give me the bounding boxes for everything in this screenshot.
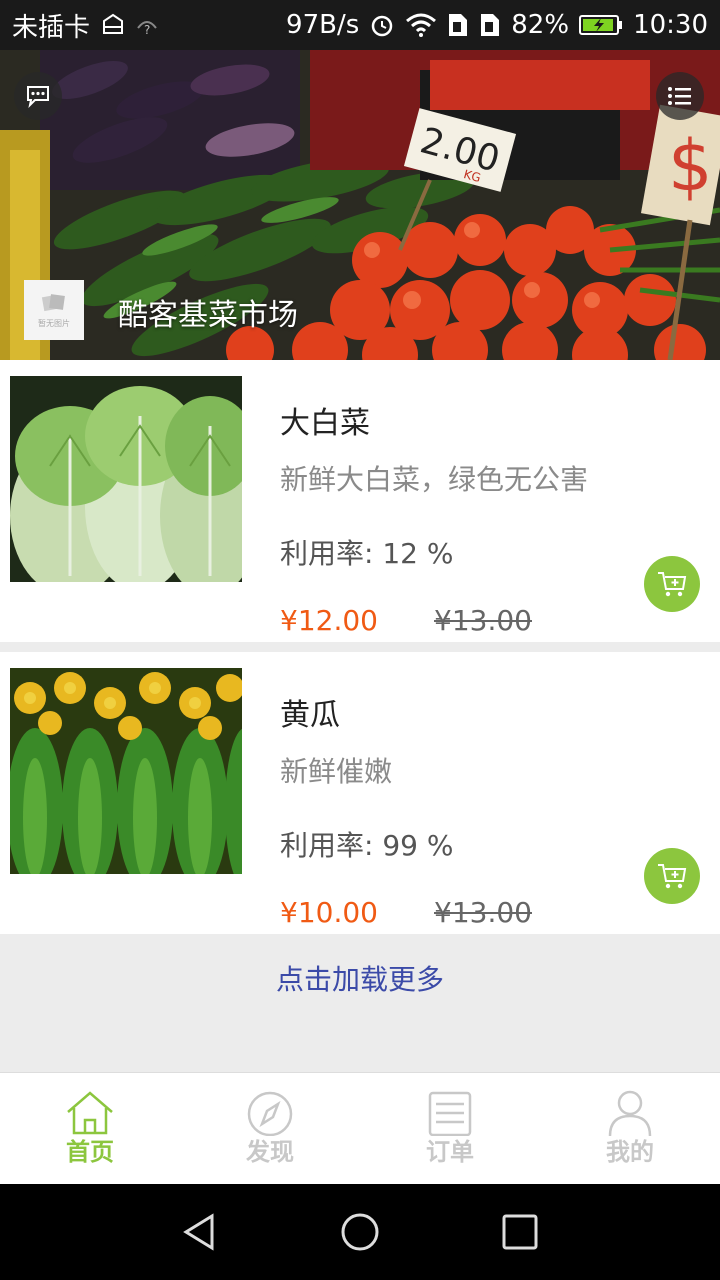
system-nav-bar (0, 1184, 720, 1280)
battery-percent: 82% (511, 10, 570, 40)
status-right: 97B/s 82% 10:30 (286, 10, 708, 40)
signal-question-icon: ? (136, 14, 158, 36)
net-speed-text: 97B/s (286, 10, 360, 40)
menu-button[interactable] (656, 72, 704, 120)
tab-home[interactable]: 首页 (0, 1073, 180, 1184)
user-icon (608, 1090, 652, 1136)
product-card[interactable]: 大白菜 新鲜大白菜，绿色无公害 利用率: 12 % ¥12.00 ¥13.00 (0, 360, 720, 642)
alarm-icon (369, 12, 395, 38)
product-description: 新鲜催嫩 (280, 755, 393, 788)
order-list-icon (428, 1091, 472, 1136)
app-screen: 未插卡 ? 97B/s 82% 10:30 $ 2.00 KG 暂无图片 酷客基… (0, 0, 720, 1280)
list-menu-icon (668, 87, 691, 105)
svg-text:?: ? (144, 23, 150, 36)
home-circle-icon[interactable] (340, 1212, 380, 1252)
cart-add-icon (658, 864, 687, 889)
tab-profile[interactable]: 我的 (540, 1073, 720, 1184)
carrier-text: 未插卡 (12, 12, 91, 43)
add-to-cart-button[interactable] (644, 556, 700, 612)
home-icon (67, 1091, 113, 1135)
sim1-icon (447, 12, 469, 38)
chat-bubble-icon (27, 86, 49, 108)
tab-discover[interactable]: 发现 (180, 1073, 360, 1184)
market-logo: 暂无图片 (24, 280, 84, 340)
tab-label: 我的 (606, 1138, 654, 1166)
product-utilization-rate: 利用率: 99 % (280, 829, 454, 862)
clock-text: 10:30 (633, 10, 708, 40)
product-price: ¥10.00 (280, 896, 378, 929)
product-description: 新鲜大白菜，绿色无公害 (280, 463, 589, 496)
status-left: 未插卡 ? (12, 7, 158, 44)
message-button[interactable] (14, 72, 62, 120)
product-utilization-rate: 利用率: 12 % (280, 537, 454, 570)
sim2-icon (479, 12, 501, 38)
bottom-tab-bar: 首页 发现 订单 我的 (0, 1072, 720, 1184)
compass-icon (247, 1091, 293, 1136)
tab-label: 订单 (426, 1138, 474, 1166)
product-name: 黄瓜 (280, 698, 340, 733)
product-original-price: ¥13.00 (434, 604, 532, 637)
load-more-link[interactable]: 点击加载更多 (0, 958, 720, 998)
status-bar: 未插卡 ? 97B/s 82% 10:30 (0, 0, 720, 50)
tab-label: 首页 (66, 1138, 114, 1166)
cart-add-icon (658, 572, 687, 597)
back-triangle-icon[interactable] (180, 1212, 220, 1252)
recents-square-icon[interactable] (500, 1212, 540, 1252)
wifi-icon (405, 12, 437, 38)
banner-image: $ 2.00 KG (0, 50, 720, 360)
market-banner[interactable]: $ 2.00 KG 暂无图片 酷客基菜市场 (0, 50, 720, 360)
product-price: ¥12.00 (280, 604, 378, 637)
tab-label: 发现 (246, 1138, 294, 1166)
svg-text:$: $ (668, 125, 713, 207)
sim-icon (100, 13, 126, 37)
market-name: 酷客基菜市场 (118, 298, 298, 333)
product-card[interactable]: 黄瓜 新鲜催嫩 利用率: 99 % ¥10.00 ¥13.00 (0, 652, 720, 934)
logo-caption: 暂无图片 (38, 318, 70, 328)
product-image-cucumber (10, 668, 242, 874)
tab-orders[interactable]: 订单 (360, 1073, 540, 1184)
battery-charging-icon (579, 13, 623, 37)
image-placeholder-icon (41, 293, 65, 311)
product-name: 大白菜 (280, 406, 370, 441)
product-original-price: ¥13.00 (434, 896, 532, 929)
product-image-cabbage (10, 376, 242, 582)
add-to-cart-button[interactable] (644, 848, 700, 904)
